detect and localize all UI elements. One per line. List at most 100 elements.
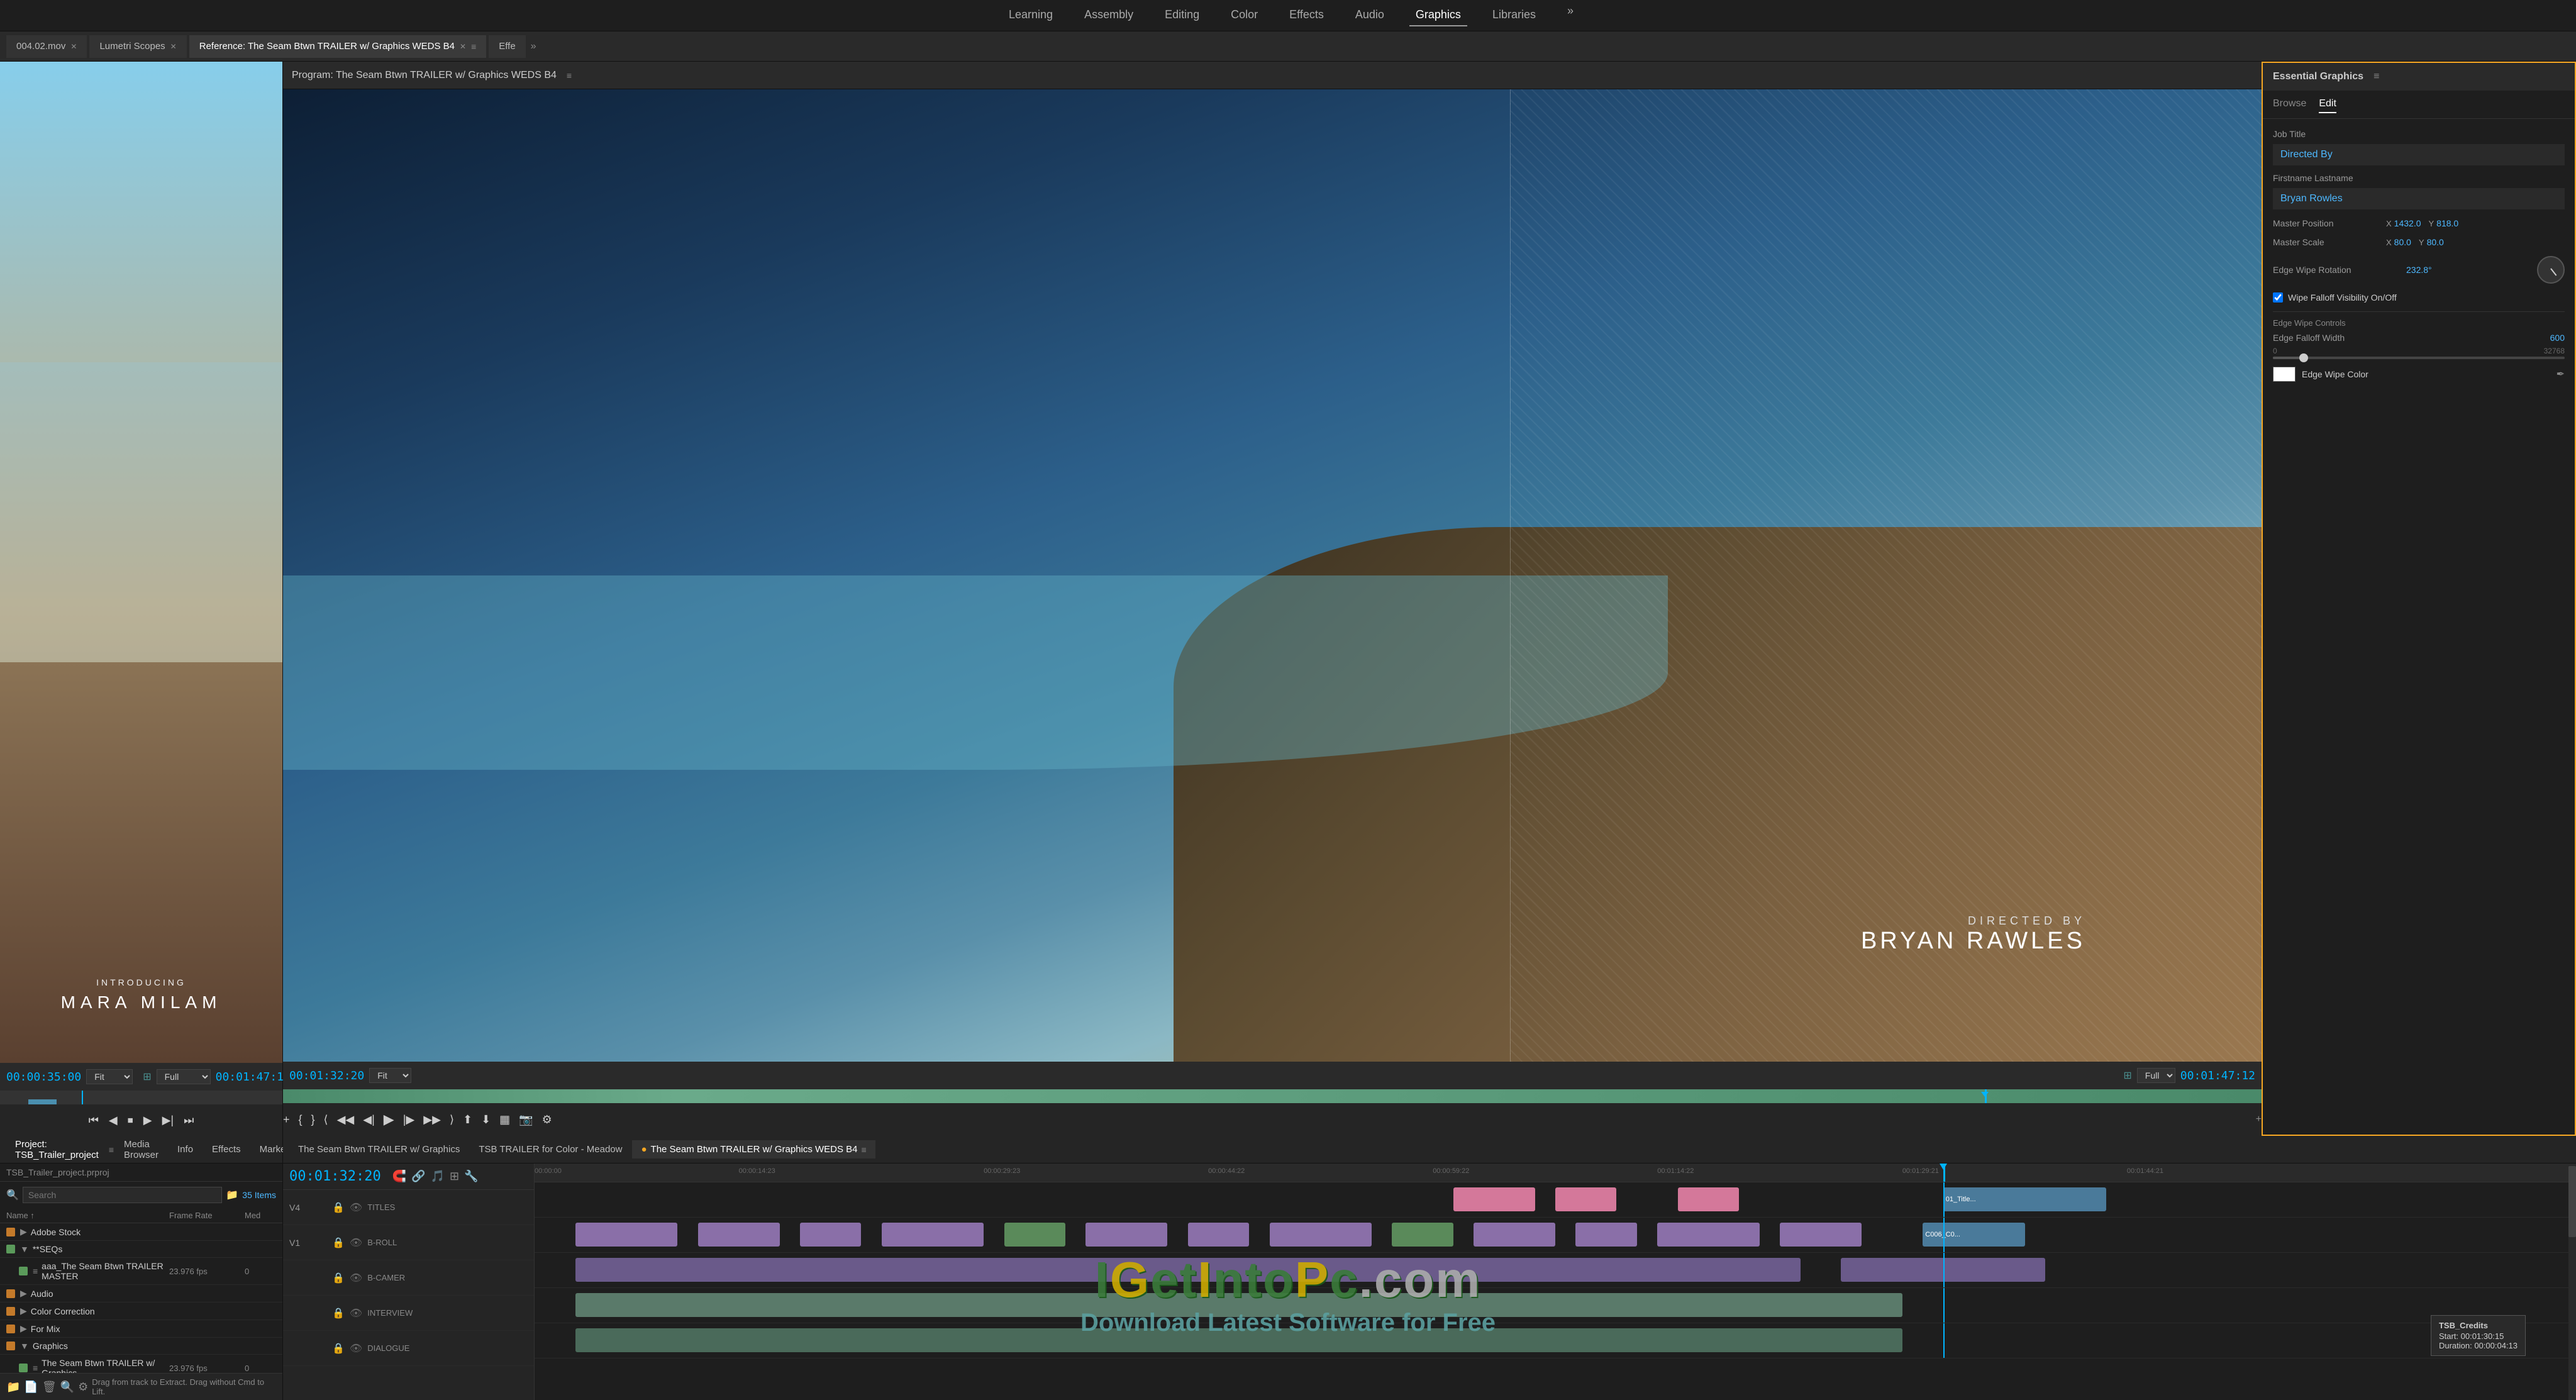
track-bc-lock-icon[interactable]: 🔒 bbox=[332, 1272, 345, 1284]
reference-step-fwd-btn[interactable]: ⏭ bbox=[184, 1114, 194, 1127]
program-quality-dropdown[interactable]: Full bbox=[2137, 1068, 2175, 1083]
prog-settings-btn[interactable]: ⚙ bbox=[542, 1113, 552, 1126]
prog-step-fwd-btn[interactable]: ▶▶ bbox=[423, 1113, 441, 1126]
tl-clip-purple8[interactable] bbox=[1474, 1223, 1555, 1247]
tl-vscroll[interactable] bbox=[2568, 1164, 2576, 1400]
eg-wipe-rotation-value[interactable]: 232.8° bbox=[2406, 265, 2529, 275]
proj-tab-media[interactable]: Media Browser bbox=[115, 1135, 167, 1164]
reference-fit-dropdown[interactable]: Fit25%50%100% bbox=[86, 1069, 133, 1084]
tl-clip-bcamer-long[interactable] bbox=[575, 1258, 1801, 1282]
new-folder-icon[interactable]: 📁 bbox=[226, 1189, 238, 1201]
track-dl-lock-icon[interactable]: 🔒 bbox=[332, 1342, 345, 1355]
nav-assembly[interactable]: Assembly bbox=[1078, 4, 1140, 26]
tl-clip-dialogue[interactable] bbox=[575, 1328, 1902, 1352]
eg-wipe-falloff-checkbox[interactable] bbox=[2273, 292, 2283, 303]
nav-learning[interactable]: Learning bbox=[1002, 4, 1059, 26]
tl-clip-purple6[interactable] bbox=[1188, 1223, 1249, 1247]
track-bc-eye-icon[interactable]: 👁 bbox=[350, 1272, 362, 1284]
eg-scale-x-val[interactable]: 80.0 bbox=[2394, 237, 2411, 247]
tl-clip-purple11[interactable] bbox=[1780, 1223, 1862, 1247]
nav-graphics[interactable]: Graphics bbox=[1409, 4, 1467, 26]
tl-audio-icon[interactable]: 🎵 bbox=[431, 1170, 445, 1183]
prog-lift-btn[interactable]: ⬆ bbox=[463, 1113, 472, 1126]
prog-to-out-btn[interactable]: ⟩ bbox=[450, 1113, 454, 1126]
tl-clip-purple9[interactable] bbox=[1575, 1223, 1636, 1247]
eg-firstname-field[interactable]: Bryan Rowles bbox=[2273, 188, 2565, 209]
tl-linked-icon[interactable]: 🔗 bbox=[411, 1170, 425, 1183]
track-iv-eye-icon[interactable]: 👁 bbox=[350, 1307, 362, 1319]
tl-clip-purple2[interactable] bbox=[698, 1223, 780, 1247]
prog-play-btn[interactable]: ▶ bbox=[384, 1111, 394, 1128]
track-iv-lock-icon[interactable]: 🔒 bbox=[332, 1307, 345, 1319]
tab-reference[interactable]: Reference: The Seam Btwn TRAILER w/ Grap… bbox=[189, 35, 487, 58]
tl-clip-c006[interactable]: C006_C0... bbox=[1923, 1223, 2024, 1247]
reference-frame-back-btn[interactable]: ◀ bbox=[109, 1114, 118, 1127]
tl-tab-weds[interactable]: ● The Seam Btwn TRAILER w/ Graphics WEDS… bbox=[632, 1140, 875, 1158]
project-search-input[interactable] bbox=[23, 1187, 222, 1203]
tab-more-icon[interactable]: » bbox=[531, 41, 536, 52]
tl-clip-purple4[interactable] bbox=[882, 1223, 984, 1247]
nav-more-icon[interactable]: » bbox=[1567, 4, 1574, 26]
proj-new-item-btn[interactable]: 📄 bbox=[24, 1381, 38, 1394]
track-dl-eye-icon[interactable]: 👁 bbox=[350, 1342, 362, 1355]
tl-tab-graphics-seq[interactable]: The Seam Btwn TRAILER w/ Graphics bbox=[289, 1140, 469, 1158]
eg-menu-icon[interactable]: ≡ bbox=[2373, 71, 2379, 82]
eg-tab-browse[interactable]: Browse bbox=[2273, 96, 2306, 113]
track-v1-eye-icon[interactable]: 👁 bbox=[350, 1236, 362, 1249]
prog-step-back-btn[interactable]: ◀◀ bbox=[337, 1113, 355, 1126]
prog-mark-out-btn[interactable]: } bbox=[311, 1113, 315, 1126]
proj-item-for-mix[interactable]: ▶ For Mix bbox=[0, 1320, 282, 1338]
tl-wrench-icon[interactable]: 🔧 bbox=[464, 1170, 478, 1183]
eg-color-swatch[interactable] bbox=[2273, 367, 2296, 382]
proj-item-seqs[interactable]: ▼ **SEQs bbox=[0, 1241, 282, 1258]
proj-tab-effects[interactable]: Effects bbox=[203, 1140, 250, 1158]
eg-eyedropper-icon[interactable]: ✒ bbox=[2557, 368, 2565, 381]
tl-clip-pink3[interactable] bbox=[1678, 1187, 1739, 1211]
tl-clip-interview[interactable] bbox=[575, 1293, 1902, 1317]
tl-clip-blue1[interactable]: 01_Title... bbox=[1943, 1187, 2107, 1211]
prog-button-editor-btn[interactable]: ▦ bbox=[499, 1113, 510, 1126]
tl-clip-green1[interactable] bbox=[1004, 1223, 1065, 1247]
prog-frame-back-btn[interactable]: ◀| bbox=[363, 1113, 375, 1126]
program-menu-icon[interactable]: ≡ bbox=[567, 70, 572, 81]
tl-clip-pink1[interactable] bbox=[1453, 1187, 1535, 1211]
nav-color[interactable]: Color bbox=[1224, 4, 1264, 26]
prog-export-frame-btn[interactable]: 📷 bbox=[519, 1113, 533, 1126]
nav-audio[interactable]: Audio bbox=[1349, 4, 1391, 26]
tab-lumetri[interactable]: Lumetri Scopes ✕ bbox=[89, 35, 186, 58]
prog-to-in-btn[interactable]: ⟨ bbox=[324, 1113, 328, 1126]
proj-item-adobe-stock[interactable]: ▶ Adobe Stock bbox=[0, 1223, 282, 1241]
tl-vscroll-thumb[interactable] bbox=[2568, 1166, 2576, 1237]
reference-frame-fwd-btn[interactable]: ▶| bbox=[162, 1114, 174, 1127]
tl-clip-purple5[interactable] bbox=[1085, 1223, 1167, 1247]
eg-directed-by-field[interactable]: Directed By bbox=[2273, 144, 2565, 165]
eg-scale-y-val[interactable]: 80.0 bbox=[2427, 237, 2444, 247]
tab-effects[interactable]: Effe bbox=[489, 35, 525, 58]
tab-close-icon[interactable]: ✕ bbox=[460, 42, 466, 51]
eg-falloff-width-value[interactable]: 600 bbox=[2550, 333, 2565, 343]
tab-close-icon[interactable]: ✕ bbox=[170, 42, 177, 51]
proj-tab-info[interactable]: Info bbox=[169, 1140, 202, 1158]
tab-menu-icon[interactable]: ≡ bbox=[471, 42, 476, 52]
track-v4-lock-icon[interactable]: 🔒 bbox=[332, 1201, 345, 1214]
eg-falloff-slider-track[interactable] bbox=[2273, 357, 2565, 359]
proj-tab-menu-icon[interactable]: ≡ bbox=[109, 1145, 114, 1155]
tl-insert-icon[interactable]: ⊞ bbox=[450, 1170, 459, 1183]
proj-item-graphics-seq1[interactable]: ≡ The Seam Btwn TRAILER w/ Graphics 23.9… bbox=[0, 1355, 282, 1373]
track-v1-lock-icon[interactable]: 🔒 bbox=[332, 1236, 345, 1249]
nav-effects[interactable]: Effects bbox=[1283, 4, 1330, 26]
eg-falloff-slider-thumb[interactable] bbox=[2299, 353, 2308, 362]
program-fit-dropdown[interactable]: Fit25%50% bbox=[369, 1068, 411, 1083]
eg-pos-x-val[interactable]: 1432.0 bbox=[2394, 218, 2421, 228]
tl-tab-meadow[interactable]: TSB TRAILER for Color - Meadow bbox=[470, 1140, 631, 1158]
prog-add-button-icon[interactable]: + bbox=[2256, 1114, 2262, 1125]
nav-libraries[interactable]: Libraries bbox=[1486, 4, 1542, 26]
proj-item-audio[interactable]: ▶ Audio bbox=[0, 1285, 282, 1303]
prog-mark-in-btn[interactable]: { bbox=[299, 1113, 303, 1126]
tl-clip-purple7[interactable] bbox=[1270, 1223, 1372, 1247]
proj-tab-project[interactable]: Project: TSB_Trailer_project bbox=[6, 1135, 108, 1164]
prog-extract-btn[interactable]: ⬇ bbox=[481, 1113, 491, 1126]
tl-clip-pink2[interactable] bbox=[1555, 1187, 1616, 1211]
proj-search-btn[interactable]: 🔍 bbox=[60, 1381, 74, 1394]
tab-mov[interactable]: 004.02.mov ✕ bbox=[6, 35, 87, 58]
